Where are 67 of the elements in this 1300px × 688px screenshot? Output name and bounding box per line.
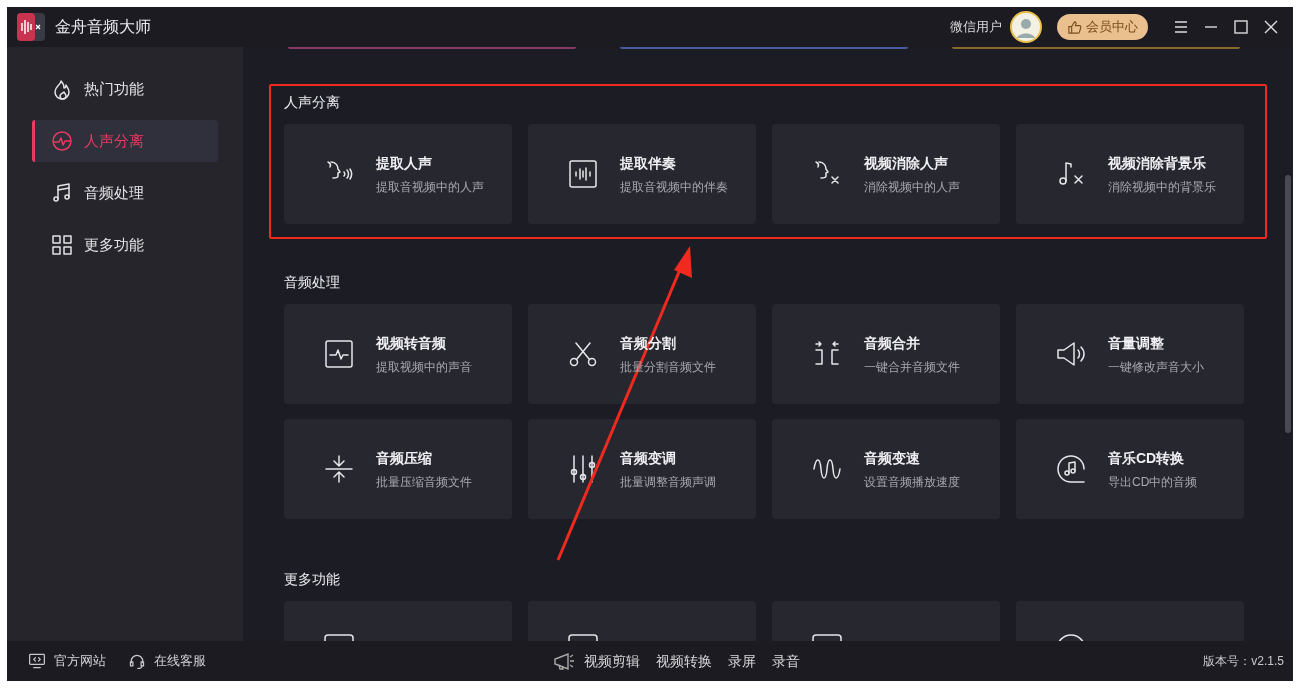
card-subtitle: 消除视频中的背景乐 bbox=[1108, 178, 1216, 196]
card-title: 音频合并 bbox=[864, 333, 921, 353]
section-title: 音频处理 bbox=[284, 273, 341, 292]
user-name[interactable]: 微信用户 bbox=[950, 17, 1002, 37]
feature-card[interactable]: 音频变调 批量调整音频声调 bbox=[528, 419, 756, 519]
card-subtitle: 导出CD中的音频 bbox=[1108, 473, 1198, 491]
card-subtitle: 提取音视频中的人声 bbox=[376, 178, 484, 196]
feature-card[interactable]: 视频消除人声 消除视频中的人声 bbox=[772, 124, 1000, 224]
card-title: 提取人声 bbox=[376, 153, 433, 173]
flame-icon bbox=[51, 78, 73, 100]
feature-card[interactable]: 音乐CD转换 导出CD中的音频 bbox=[1016, 419, 1244, 519]
card-title: 视频消除背景乐 bbox=[1108, 153, 1207, 173]
card-subtitle: 批量压缩音频文件 bbox=[376, 473, 472, 491]
card-subtitle: 提取音视频中的伴奏 bbox=[620, 178, 728, 196]
section-title: 更多功能 bbox=[284, 570, 341, 589]
monitor-icon bbox=[28, 652, 46, 670]
feature-card[interactable]: 视频消除背景乐 消除视频中的背景乐 bbox=[1016, 124, 1244, 224]
feature-card[interactable]: 音量调整 一键修改声音大小 bbox=[1016, 304, 1244, 404]
footer-link[interactable]: 录屏 bbox=[728, 650, 756, 672]
footer-link[interactable]: 在线客服 bbox=[128, 651, 206, 671]
feature-card[interactable]: 提取人声 提取音视频中的人声 bbox=[284, 124, 512, 224]
feature-card[interactable]: 提取伴奏 提取音视频中的伴奏 bbox=[528, 124, 756, 224]
card-title: 音乐CD转换 bbox=[1108, 448, 1186, 468]
sidebar-item[interactable]: 音频处理 bbox=[32, 172, 218, 214]
version-label: 版本号：v2.1.5 bbox=[1203, 653, 1284, 670]
card-title: 音频变调 bbox=[620, 448, 677, 468]
pulse-box-icon bbox=[323, 338, 355, 370]
sidebar-item[interactable]: 热门功能 bbox=[32, 68, 218, 110]
megaphone-icon bbox=[553, 651, 575, 671]
card-subtitle: 批量调整音频声调 bbox=[620, 473, 716, 491]
thumb-up-icon bbox=[1067, 19, 1082, 35]
close-icon[interactable] bbox=[1264, 20, 1278, 34]
feature-card[interactable]: 音频变速 设置音频播放速度 bbox=[772, 419, 1000, 519]
card-subtitle: 一键修改声音大小 bbox=[1108, 358, 1204, 376]
music-note-icon bbox=[51, 182, 73, 204]
footer-link[interactable]: 视频转换 bbox=[656, 650, 712, 672]
section-title: 人声分离 bbox=[284, 93, 341, 112]
app-logo-icon bbox=[17, 13, 45, 41]
card-title: 提取伴奏 bbox=[620, 153, 677, 173]
card-title: 视频消除人声 bbox=[864, 153, 949, 173]
maximize-icon[interactable] bbox=[1234, 20, 1248, 34]
footer-link[interactable]: 录音 bbox=[772, 650, 800, 672]
pulse-circle-icon bbox=[51, 130, 73, 152]
vip-center-button[interactable]: 会员中心 bbox=[1057, 14, 1148, 40]
card-subtitle: 设置音频播放速度 bbox=[864, 473, 960, 491]
waveform-box-icon bbox=[567, 158, 599, 190]
sidebar-item[interactable]: 更多功能 bbox=[32, 224, 218, 266]
window-title: 金舟音频大师 bbox=[55, 17, 151, 37]
footer-link[interactable]: 官方网站 bbox=[28, 651, 106, 671]
card-title: 视频转音频 bbox=[376, 333, 447, 353]
menu-icon[interactable] bbox=[1174, 20, 1188, 34]
card-subtitle: 提取视频中的声音 bbox=[376, 358, 472, 376]
card-title: 音量调整 bbox=[1108, 333, 1165, 353]
avatar-icon[interactable] bbox=[1010, 11, 1042, 43]
compress-arrows-icon bbox=[323, 453, 355, 485]
feature-card[interactable]: 音频压缩 批量压缩音频文件 bbox=[284, 419, 512, 519]
scrollbar[interactable] bbox=[1285, 175, 1291, 433]
card-title: 音频压缩 bbox=[376, 448, 433, 468]
feature-card[interactable]: 音频合并 一键合并音频文件 bbox=[772, 304, 1000, 404]
music-disc-icon bbox=[1055, 453, 1087, 485]
card-subtitle: 一键合并音频文件 bbox=[864, 358, 960, 376]
card-title: 音频变速 bbox=[864, 448, 921, 468]
grid-icon bbox=[51, 234, 73, 256]
footer-link[interactable]: 视频剪辑 bbox=[584, 650, 640, 672]
headset-icon bbox=[128, 652, 146, 670]
card-subtitle: 消除视频中的人声 bbox=[864, 178, 960, 196]
feature-card[interactable]: 视频转音频 提取视频中的声音 bbox=[284, 304, 512, 404]
